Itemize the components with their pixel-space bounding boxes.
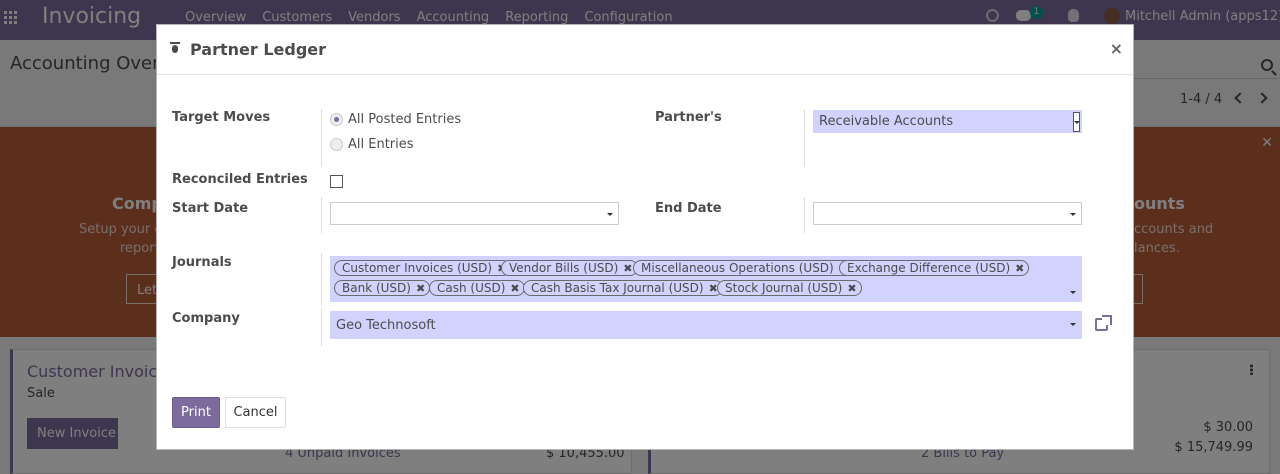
journal-tag: Customer Invoices (USD)✖ — [334, 260, 512, 276]
journal-tag: Stock Journal (USD) ✖ — [717, 280, 862, 296]
chevron-down-icon[interactable] — [1070, 291, 1076, 294]
dialog-header: Partner Ledger × — [157, 25, 1133, 75]
field-separator — [804, 109, 805, 167]
end-date-input[interactable] — [813, 202, 1082, 225]
field-separator — [321, 109, 322, 167]
chevron-down-icon[interactable] — [1070, 213, 1076, 216]
radio-label-all-posted-entries[interactable]: All Posted Entries — [348, 112, 461, 127]
radio-all-posted-entries[interactable] — [330, 113, 343, 126]
reconciled-entries-label: Reconciled Entries — [172, 172, 308, 187]
journal-tag-label: Customer Invoices (USD) — [342, 261, 493, 275]
field-separator — [804, 197, 805, 233]
journal-tag: Bank (USD) ✖ — [334, 280, 431, 296]
partner-ledger-dialog: Partner Ledger × Target Moves All Posted… — [156, 24, 1134, 450]
dialog-title: Partner Ledger — [190, 40, 327, 59]
radio-all-entries[interactable] — [330, 138, 343, 151]
journal-tag-label: Bank (USD) — [342, 281, 411, 295]
print-button[interactable]: Print — [172, 397, 220, 428]
company-select-value: Geo Technosoft — [336, 318, 436, 333]
start-date-input[interactable] — [330, 202, 619, 225]
partners-label: Partner's — [655, 110, 722, 125]
journals-many2many-tags[interactable]: Customer Invoices (USD)✖ Vendor Bills (U… — [330, 256, 1082, 302]
field-separator — [321, 197, 322, 233]
reconciled-entries-checkbox[interactable] — [330, 175, 343, 188]
journal-tag: Miscellaneous Operations (USD)✖ — [633, 260, 853, 276]
field-separator — [321, 253, 322, 305]
journal-tag-label: Exchange Difference (USD) — [847, 261, 1011, 275]
remove-tag-icon[interactable]: ✖ — [623, 262, 632, 276]
end-date-label: End Date — [655, 201, 722, 216]
debug-bug-icon — [170, 42, 180, 54]
company-label: Company — [172, 311, 240, 326]
chevron-down-icon[interactable] — [1070, 323, 1076, 326]
company-select[interactable]: Geo Technosoft — [330, 311, 1082, 339]
field-separator — [321, 308, 322, 346]
journal-tag: Cash (USD) ✖ — [429, 280, 525, 296]
journal-tag: Cash Basis Tax Journal (USD) ✖ — [523, 280, 723, 296]
chevron-down-icon[interactable] — [607, 213, 613, 216]
cancel-button[interactable]: Cancel — [225, 397, 286, 428]
journals-label: Journals — [172, 255, 232, 270]
chevron-down-icon[interactable] — [1073, 112, 1080, 132]
journal-tag-label: Miscellaneous Operations (USD) — [641, 261, 834, 275]
partners-select[interactable]: Receivable Accounts — [813, 110, 1082, 133]
journal-tag: Exchange Difference (USD) ✖ — [839, 260, 1030, 276]
journal-tag-label: Stock Journal (USD) — [725, 281, 843, 295]
radio-label-all-entries[interactable]: All Entries — [348, 137, 414, 152]
remove-tag-icon[interactable]: ✖ — [847, 282, 856, 296]
journal-tag-label: Vendor Bills (USD) — [509, 261, 619, 275]
target-moves-label: Target Moves — [172, 110, 271, 125]
remove-tag-icon[interactable]: ✖ — [416, 282, 425, 296]
partners-select-value: Receivable Accounts — [819, 114, 954, 129]
journal-tag-label: Cash Basis Tax Journal (USD) — [531, 281, 704, 295]
external-link-icon[interactable] — [1095, 315, 1113, 331]
start-date-label: Start Date — [172, 201, 249, 216]
journal-tag-label: Cash (USD) — [437, 281, 506, 295]
dialog-close-button[interactable]: × — [1110, 39, 1123, 58]
remove-tag-icon[interactable]: ✖ — [510, 282, 519, 296]
journal-tag: Vendor Bills (USD) ✖ — [501, 260, 638, 276]
remove-tag-icon[interactable]: ✖ — [1015, 262, 1024, 276]
